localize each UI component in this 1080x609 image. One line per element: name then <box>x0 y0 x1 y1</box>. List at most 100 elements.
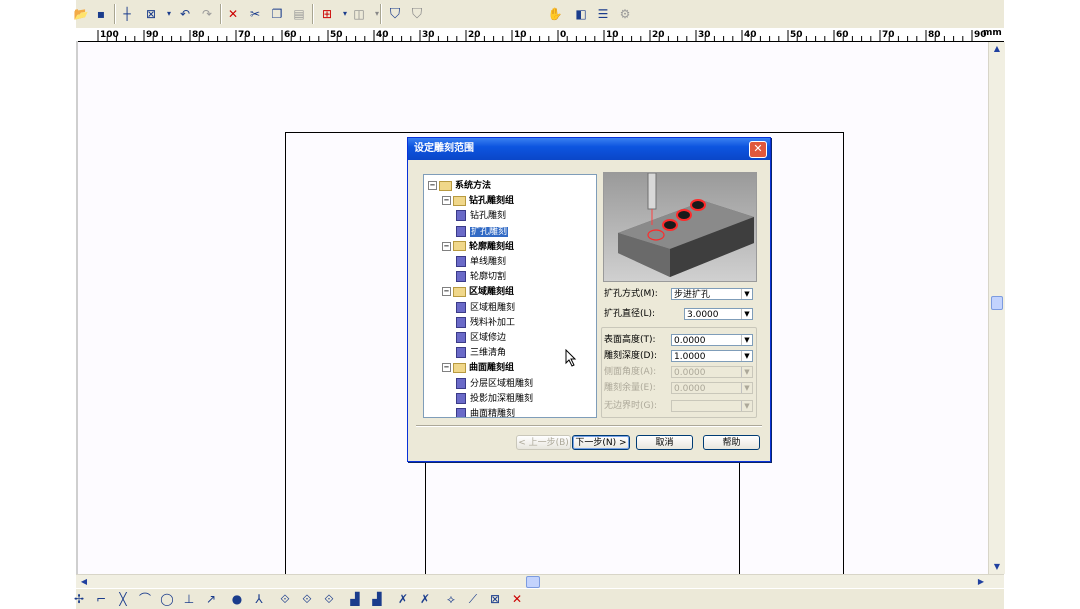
view-icon[interactable]: ◫ <box>350 5 368 23</box>
tree-group[interactable]: − 系统方法 <box>428 179 491 193</box>
circle-icon[interactable]: ◯ <box>158 591 176 607</box>
chevron-down-icon[interactable]: ▼ <box>741 335 752 345</box>
horizontal-scroll-thumb[interactable] <box>526 576 540 588</box>
mark-icon[interactable]: ✗ <box>394 591 412 607</box>
collapse-icon[interactable]: − <box>442 196 451 206</box>
perpendicular-icon[interactable]: ⊥ <box>180 591 198 607</box>
dialog-title: 设定雕刻范围 <box>414 143 474 154</box>
pan-icon[interactable]: ✋ <box>546 5 564 23</box>
tree-scrollbar[interactable]: ▲ ▼ <box>596 175 597 417</box>
mark2-icon[interactable]: ✗ <box>416 591 434 607</box>
carve-margin-label: 雕刻余量(E): <box>604 383 656 393</box>
array2-icon[interactable]: ⟐ <box>298 591 316 607</box>
ream-method-label: 扩孔方式(M): <box>604 289 658 299</box>
layers-icon[interactable]: ◧ <box>572 5 590 23</box>
collapse-icon[interactable]: − <box>442 363 451 373</box>
close-button[interactable]: ✕ <box>749 141 767 158</box>
next-step-button[interactable]: 下一步(N) > <box>572 435 630 450</box>
tangent-icon[interactable]: ↗ <box>202 591 220 607</box>
tree-item[interactable]: 区域粗雕刻 <box>456 301 515 315</box>
shield-gray-icon[interactable]: ⛉ <box>408 5 426 23</box>
vertical-scrollbar[interactable]: ▲ ▼ <box>988 42 1005 574</box>
arc-icon[interactable]: ⌒ <box>136 591 154 607</box>
scroll-down-icon[interactable]: ▼ <box>990 560 1004 573</box>
tree-item[interactable]: 曲面精雕刻 <box>456 407 515 417</box>
corner-icon[interactable]: ⌐ <box>92 591 110 607</box>
tree-item[interactable]: 扩孔雕刻 <box>456 225 509 239</box>
tree-label: 三维清角 <box>470 348 507 359</box>
collapse-icon[interactable]: − <box>442 241 451 251</box>
cut-icon[interactable]: ✂ <box>246 5 264 23</box>
help-button[interactable]: 帮助 <box>703 435 760 450</box>
scroll-up-icon[interactable]: ▲ <box>990 42 1004 55</box>
offset-icon[interactable]: ⊠ <box>486 591 504 607</box>
tree-group[interactable]: − 钻孔雕刻组 <box>442 194 514 208</box>
delete-icon[interactable]: ✕ <box>508 591 526 607</box>
tree-item[interactable]: 单线雕刻 <box>456 255 506 269</box>
carve-margin-value: 0.0000 <box>674 384 706 394</box>
settings-icon[interactable]: ⚙ <box>616 5 634 23</box>
ream-diameter-field[interactable]: 3.0000 ▼ <box>684 308 753 320</box>
method-icon <box>456 316 466 328</box>
surface-height-field[interactable]: 0.0000 ▼ <box>671 334 753 346</box>
array-icon[interactable]: ⟐ <box>276 591 294 607</box>
tree-item[interactable]: 残料补加工 <box>456 316 515 330</box>
chevron-down-icon[interactable]: ▼ <box>741 289 752 299</box>
grid-icon[interactable]: ⊞ <box>318 5 336 23</box>
open-icon[interactable]: 📂 <box>72 5 90 23</box>
collapse-icon[interactable]: − <box>442 287 451 297</box>
save-icon[interactable]: ▪ <box>92 5 110 23</box>
copy-icon[interactable]: ❐ <box>268 5 286 23</box>
ream-method-select[interactable]: 步进扩孔 ▼ <box>671 288 753 300</box>
tree-item[interactable]: 轮廓切割 <box>456 270 506 284</box>
tree-group[interactable]: − 曲面雕刻组 <box>442 361 514 375</box>
chevron-down-icon[interactable]: ▼ <box>741 309 752 319</box>
fill-icon[interactable]: ▟ <box>346 591 364 607</box>
tree-item[interactable]: 三维清角 <box>456 346 506 360</box>
horizontal-scrollbar[interactable]: ◀ ▶ <box>76 574 1004 589</box>
select-icon[interactable]: ⊠ <box>142 5 160 23</box>
chevron-down-icon[interactable]: ▾ <box>368 5 386 23</box>
undo-icon[interactable]: ↶ <box>176 5 194 23</box>
engrave-range-dialog: 设定雕刻范围 ✕ − 系统方法 − 钻孔雕刻组 钻孔雕刻扩孔雕刻 − 轮廓雕刻组 单线雕刻 轮廓… <box>407 137 771 462</box>
method-tree[interactable]: − 系统方法 − 钻孔雕刻组 钻孔雕刻扩孔雕刻 − 轮廓雕刻组 单线雕刻 轮廓切割 − 区域雕刻组区… <box>423 174 597 418</box>
ruler-label: 80 <box>928 30 941 40</box>
surface-height-label: 表面高度(T): <box>604 335 656 345</box>
tree-group[interactable]: − 区域雕刻组 <box>442 285 514 299</box>
horizontal-ruler: 100 90 80 70 60 50 40 30 20 10 0 10 20 30 40 50 60 70 80 90… <box>76 28 1004 42</box>
tree-item[interactable]: 钻孔雕刻 <box>456 209 506 223</box>
tree-label: 区域修边 <box>470 333 507 343</box>
scroll-right-icon[interactable]: ▶ <box>974 575 988 588</box>
vertical-scroll-thumb[interactable] <box>991 296 1003 310</box>
scroll-left-icon[interactable]: ◀ <box>77 575 91 588</box>
mirror-icon[interactable]: ⟋ <box>464 591 482 607</box>
ruler-label: 50 <box>330 30 343 40</box>
delete-icon[interactable]: ✕ <box>224 5 242 23</box>
intersect-icon[interactable]: ╳ <box>114 591 132 607</box>
cancel-button[interactable]: 取消 <box>636 435 693 450</box>
prev-step-button[interactable]: < 上一步(B) <box>516 435 571 450</box>
tree-group[interactable]: − 轮廓雕刻组 <box>442 240 514 254</box>
collapse-icon[interactable]: − <box>428 181 437 190</box>
folder-icon <box>453 286 466 297</box>
dialog-titlebar[interactable]: 设定雕刻范围 ✕ <box>408 138 770 160</box>
chevron-down-icon[interactable]: ▼ <box>741 351 752 361</box>
transform-icon[interactable]: ⟡ <box>442 591 460 607</box>
paste-icon[interactable]: ▤ <box>290 5 308 23</box>
point-icon[interactable]: ● <box>228 591 246 607</box>
tree-item[interactable]: 分层区域粗雕刻 <box>456 377 533 391</box>
tree-item[interactable]: 区域修边 <box>456 331 506 345</box>
shield-icon[interactable]: ⛉ <box>386 5 404 23</box>
redo-icon[interactable]: ↷ <box>198 5 216 23</box>
ruler-label: 90 <box>146 30 159 40</box>
node-edit-icon[interactable]: ✢ <box>70 591 88 607</box>
tree-label: 投影加深粗雕刻 <box>470 393 534 404</box>
crosshair-icon[interactable]: ┼ <box>118 5 136 23</box>
list-icon[interactable]: ☰ <box>594 5 612 23</box>
tree-item[interactable]: 投影加深粗雕刻 <box>456 392 533 406</box>
fill2-icon[interactable]: ▟ <box>368 591 386 607</box>
carve-depth-field[interactable]: 1.0000 ▼ <box>671 350 753 362</box>
array3-icon[interactable]: ⟐ <box>320 591 338 607</box>
trim-icon[interactable]: ⅄ <box>250 591 268 607</box>
side-angle-value: 0.0000 <box>674 368 706 378</box>
